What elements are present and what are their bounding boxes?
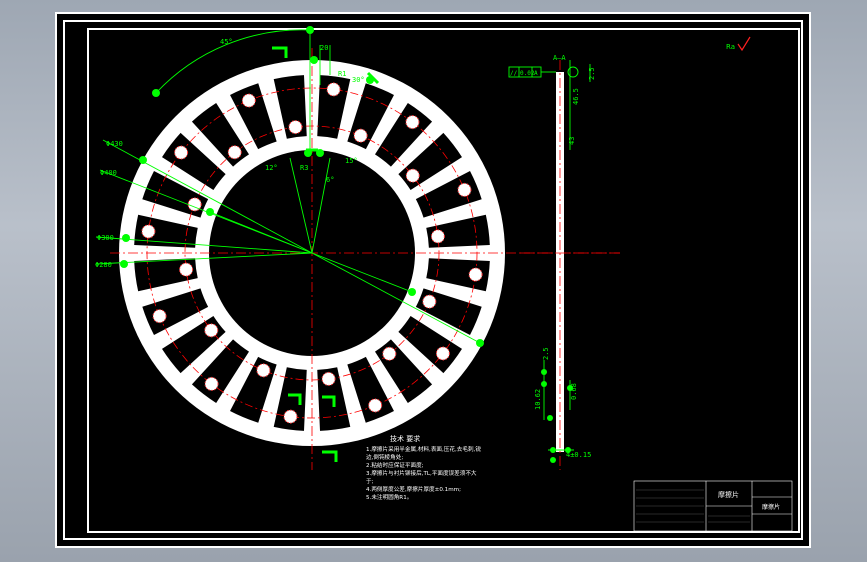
marker bbox=[120, 260, 128, 268]
rivet-hole bbox=[326, 82, 341, 97]
general-roughness: Ra bbox=[726, 36, 751, 52]
dim-label-46-5: 46.5 bbox=[572, 88, 580, 105]
check-mark-icon bbox=[737, 36, 751, 52]
rivet-hole bbox=[288, 120, 303, 135]
roughness-text: Ra bbox=[726, 43, 735, 51]
roughness-mark bbox=[322, 450, 338, 462]
note-line: 1.摩擦片采用半金属,材料,表面,压花,去毛刺,锐 bbox=[366, 445, 481, 453]
technical-notes: 技术 要求 1.摩擦片采用半金属,材料,表面,压花,去毛刺,锐 边,倒钝棱角处;… bbox=[366, 434, 481, 501]
rivet-hole bbox=[430, 229, 445, 244]
marker bbox=[122, 234, 130, 242]
sec-dim-4-015: 4±0.15 bbox=[566, 451, 591, 459]
rivet-hole bbox=[141, 224, 156, 239]
dia-label-300: Φ300 bbox=[97, 234, 114, 242]
section-view-aa: A—A // 0.02 A 46.5 2.5 43 10.62 0.68 2.5… bbox=[508, 54, 620, 470]
angle-label-45: 45° bbox=[220, 38, 233, 46]
dim-label-2-5: 2.5 bbox=[588, 67, 596, 80]
rivet-hole bbox=[179, 262, 194, 277]
rivet-hole bbox=[204, 376, 219, 391]
dia-label-430: Φ430 bbox=[106, 140, 123, 148]
angle-label-12: 12° bbox=[265, 164, 278, 172]
dim-label-r3: R3 bbox=[300, 164, 308, 172]
marker bbox=[541, 381, 547, 387]
tf-value: 0.02 bbox=[520, 70, 535, 77]
roughness-mark bbox=[272, 46, 288, 58]
marker bbox=[541, 369, 547, 375]
rivet-hole bbox=[422, 294, 437, 309]
sec-dim-10-62: 10.62 bbox=[534, 389, 542, 410]
marker bbox=[139, 156, 147, 164]
rivet-hole bbox=[457, 182, 472, 197]
rivet-hole bbox=[174, 145, 189, 160]
marker bbox=[550, 447, 556, 453]
rivet-hole bbox=[353, 128, 368, 143]
note-line: 4.两侧厚度公差,摩擦片厚度±0.1mm; bbox=[366, 485, 461, 493]
marker bbox=[550, 457, 556, 463]
angle-label-6: 6° bbox=[326, 176, 334, 184]
rivet-hole bbox=[256, 363, 271, 378]
rivet-hole bbox=[152, 309, 167, 324]
dia-label-280: Φ280 bbox=[95, 261, 112, 269]
marker bbox=[206, 208, 214, 216]
marker bbox=[310, 56, 318, 64]
note-line: 3.摩擦片与衬片铆接后,TL,平面度误差须不大 bbox=[366, 469, 477, 477]
angle-label-15: 15° bbox=[345, 157, 358, 165]
rivet-hole bbox=[405, 168, 420, 183]
sec-dim-2-5: 2.5 bbox=[542, 347, 550, 360]
dim-label-r1: R1 bbox=[338, 70, 346, 78]
rivet-hole bbox=[227, 145, 242, 160]
rivet-hole bbox=[283, 409, 298, 424]
title-block-name: 摩擦片 bbox=[718, 490, 739, 499]
rivet-hole bbox=[382, 346, 397, 361]
rivet-hole bbox=[405, 115, 420, 130]
note-line: 5.未注明圆角R1。 bbox=[366, 493, 412, 501]
marker bbox=[476, 339, 484, 347]
marker bbox=[306, 26, 314, 34]
dim-label-43: 43 bbox=[568, 137, 576, 145]
tf-symbol: // bbox=[510, 70, 518, 77]
marker bbox=[408, 288, 416, 296]
note-line: 边,倒钝棱角处; bbox=[366, 453, 403, 461]
sec-dim-0-68: 0.68 bbox=[570, 383, 578, 400]
rivet-hole bbox=[368, 398, 383, 413]
rivet-hole bbox=[321, 371, 336, 386]
tf-datum: A bbox=[534, 70, 538, 77]
marker bbox=[152, 89, 160, 97]
angle-label-30: 30° bbox=[352, 76, 365, 84]
rivet-hole bbox=[241, 93, 256, 108]
dia-label-400: Φ400 bbox=[100, 169, 117, 177]
datum-circle bbox=[567, 66, 579, 78]
marker bbox=[547, 415, 553, 421]
notes-title: 技术 要求 bbox=[390, 434, 420, 443]
note-line: 于; bbox=[366, 478, 374, 485]
title-block-code: 摩擦片 bbox=[762, 503, 780, 511]
rivet-hole bbox=[468, 267, 483, 282]
cad-drawing: 45° 12° 15° 30° 6° 20 R1 R3 Φ430 Φ400 Φ3… bbox=[87, 26, 800, 533]
rivet-hole bbox=[435, 346, 450, 361]
note-line: 2.粘结时应保证平面度; bbox=[366, 461, 424, 469]
rivet-hole bbox=[204, 323, 219, 338]
dim-label-20: 20 bbox=[320, 44, 328, 52]
